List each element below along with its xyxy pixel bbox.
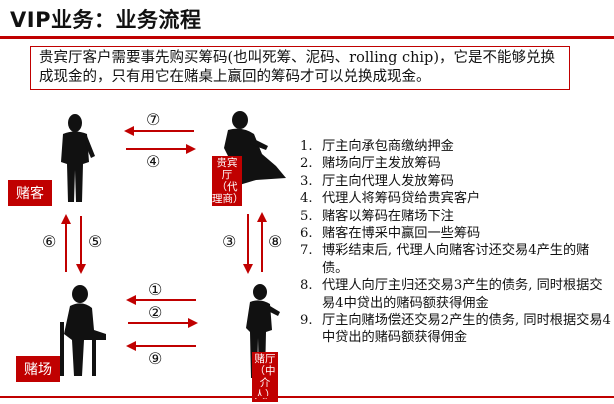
process-steps-list: 1. 厅主向承包商缴纳押金 2. 赌场向厅主发放筹码 3. 厅主向代理人发放筹码 4.… xyxy=(300,138,612,347)
step-number: 1. xyxy=(300,139,313,154)
arrow-number-5: ⑤ xyxy=(88,232,103,251)
step-number: 6. xyxy=(300,226,313,242)
step-number: 7. xyxy=(300,243,313,259)
footer-divider xyxy=(0,396,614,398)
step-item: 8. 代理人向厅主归还交易3产生的债务, 同时根据交易4中贷出的赌码额获得佣金 xyxy=(300,277,612,312)
step-item: 9. 厅主向赌场偿还交易2产生的债务, 同时根据交易4中贷出的赌码额获得佣金 xyxy=(300,312,612,347)
step-text: 厅主向赌场偿还交易2产生的债务, 同时根据交易4中贷出的赌码额获得佣金 xyxy=(322,313,611,346)
step-number: 3. xyxy=(300,173,313,189)
arrow-number-8: ⑧ xyxy=(268,232,283,251)
step-item: 1. 厅主向承包商缴纳押金 xyxy=(300,138,612,155)
step-text: 厅主向承包商缴纳押金 xyxy=(322,139,454,154)
step-text: 厅主向代理人发放筹码 xyxy=(322,173,454,189)
step-item: 4. 代理人将筹码贷给贵宾客户 xyxy=(300,190,612,207)
arrow-number-2: ② xyxy=(148,303,163,322)
step-number: 9. xyxy=(300,313,313,329)
step-item: 5. 赌客以筹码在赌场下注 xyxy=(300,208,612,225)
arrow-number-9: ⑨ xyxy=(148,349,163,368)
arrow-number-7: ⑦ xyxy=(146,110,161,129)
step-text: 代理人向厅主归还交易3产生的债务, 同时根据交易4中贷出的赌码额获得佣金 xyxy=(322,278,603,311)
step-text: 博彩结束后, 代理人向赌客讨还交易4产生的赌债。 xyxy=(322,243,590,276)
step-number: 5. xyxy=(300,208,313,224)
step-item: 6. 赌客在博采中赢回一些筹码 xyxy=(300,225,612,242)
arrow-number-4: ④ xyxy=(146,152,161,171)
arrow-number-6: ⑥ xyxy=(42,232,57,251)
arrow-number-1: ① xyxy=(148,280,163,299)
step-number: 2. xyxy=(300,156,313,172)
step-item: 7. 博彩结束后, 代理人向赌客讨还交易4产生的赌债。 xyxy=(300,242,612,277)
arrow-number-3: ③ xyxy=(222,232,237,251)
step-item: 3. 厅主向代理人发放筹码 xyxy=(300,173,612,190)
step-text: 赌客以筹码在赌场下注 xyxy=(322,208,454,224)
step-text: 代理人将筹码贷给贵宾客户 xyxy=(322,191,481,207)
step-text: 赌场向厅主发放筹码 xyxy=(322,156,441,172)
step-text: 赌客在博采中赢回一些筹码 xyxy=(322,226,481,242)
step-number: 8. xyxy=(300,278,313,294)
step-item: 2. 赌场向厅主发放筹码 xyxy=(300,155,612,172)
step-number: 4. xyxy=(300,191,313,207)
